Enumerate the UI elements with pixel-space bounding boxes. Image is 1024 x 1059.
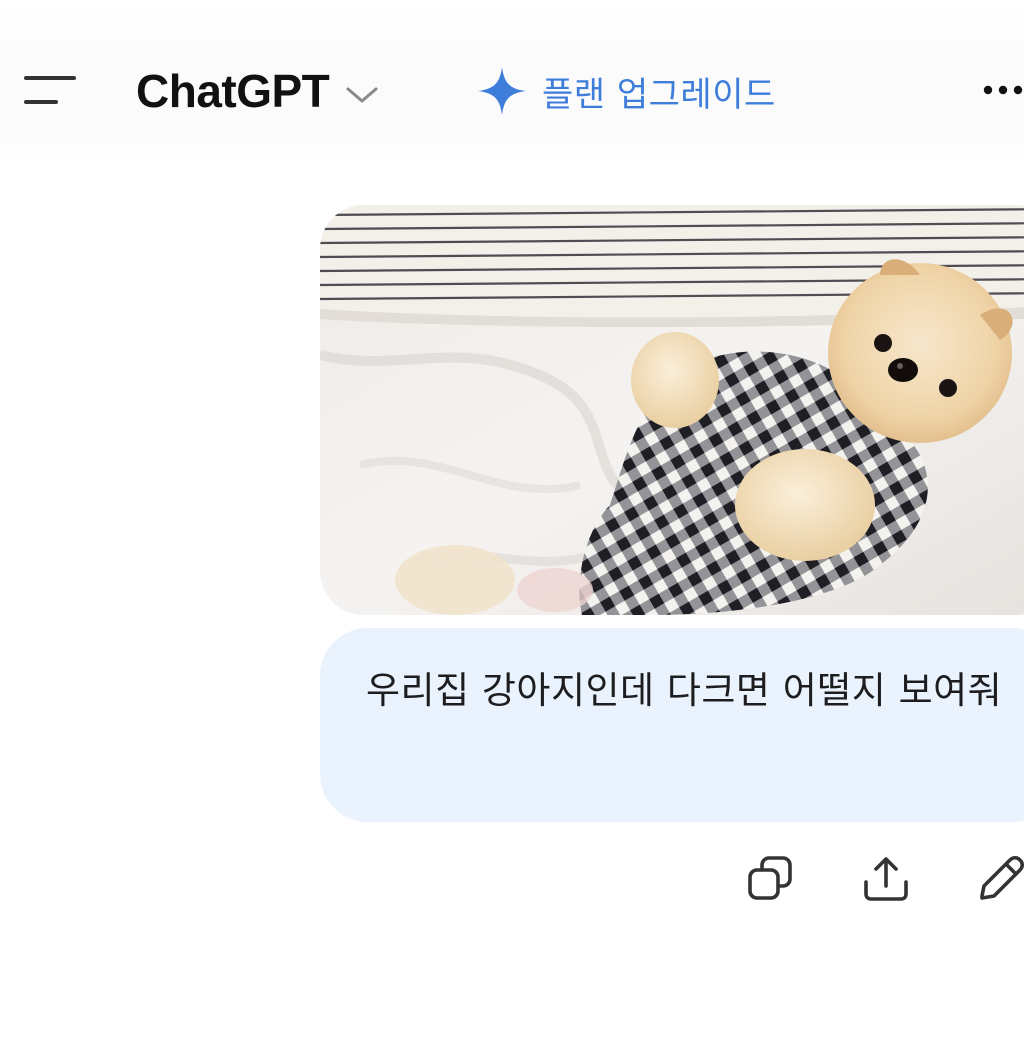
share-button[interactable] [856,850,916,910]
dog-photo [320,205,1024,615]
upgrade-plan-button[interactable]: 플랜 업그레이드 [476,62,776,120]
user-message-bubble: 우리집 강아지인데 다크면 어떨지 보여줘 [320,628,1024,822]
more-horizontal-icon [983,85,1023,95]
app-title: ChatGPT [136,65,330,117]
image-attachment[interactable] [320,205,1024,615]
chevron-down-icon [346,87,378,103]
user-message-text: 우리집 강아지인데 다크면 어떨지 보여줘 [366,669,1003,712]
edit-button[interactable] [970,850,1024,910]
edit-icon [980,855,1024,900]
upgrade-plan-label: 플랜 업그레이드 [542,74,776,115]
menu-button[interactable] [18,66,82,116]
copy-icon [748,856,792,900]
share-icon [864,857,908,901]
more-options-button[interactable] [976,70,1024,110]
chat-screen: ChatGPT 플랜 업그레이드 우리집 강아지인데 다크면 어떨지 보여줘 [0,0,1024,1059]
copy-button[interactable] [742,850,802,910]
menu-icon [24,76,76,104]
model-selector[interactable]: ChatGPT [136,62,379,120]
top-bar: ChatGPT 플랜 업그레이드 [0,0,1024,160]
sparkle-icon [478,67,526,115]
